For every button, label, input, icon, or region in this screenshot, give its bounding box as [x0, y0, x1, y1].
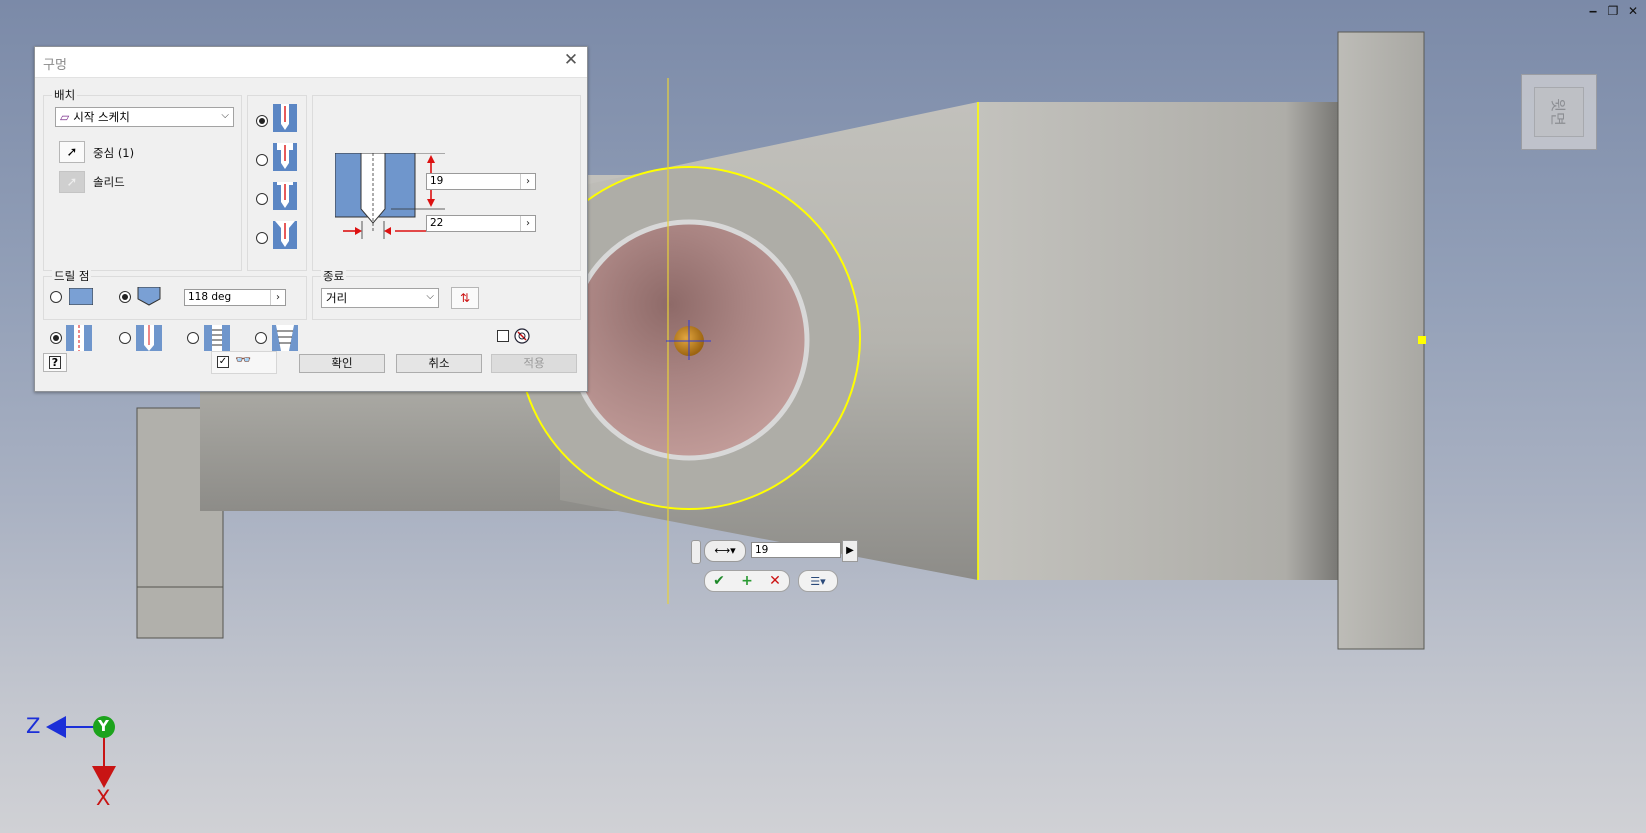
- help-button[interactable]: ?: [43, 353, 67, 372]
- mini-value-input[interactable]: 19: [751, 542, 841, 558]
- chevron-right-icon[interactable]: ›: [520, 174, 535, 189]
- distance-icon: ⟷▾: [714, 544, 736, 557]
- close-window-icon[interactable]: ✕: [1626, 4, 1640, 18]
- mini-toolbar-grip[interactable]: [691, 540, 701, 564]
- dialog-title: 구멍: [43, 58, 67, 73]
- restore-icon[interactable]: ❐: [1606, 4, 1620, 18]
- tapped-hole-icon: [204, 325, 230, 351]
- flange-plate: [1337, 31, 1425, 650]
- options-menu-button[interactable]: ☰▾: [798, 570, 838, 592]
- drill-point-flat-radio[interactable]: [50, 291, 62, 303]
- termination-select[interactable]: 거리 ⌵: [321, 288, 439, 308]
- simple-drill-type-icon: [66, 325, 92, 351]
- thread-type-taper-radio[interactable]: [255, 332, 267, 344]
- hole-type-countersink-radio[interactable]: [256, 232, 268, 244]
- drill-angle-value: 118 deg: [188, 291, 232, 303]
- glasses-icon: 👓: [235, 353, 252, 368]
- solid-select-button[interactable]: ➚: [59, 171, 85, 193]
- flip-direction-button[interactable]: ⇅: [451, 287, 479, 309]
- depth-value: 19: [430, 175, 444, 187]
- diameter-value: 22: [430, 217, 444, 229]
- axis-x-label: X: [96, 786, 111, 810]
- chevron-right-icon[interactable]: ›: [520, 216, 535, 231]
- diameter-input[interactable]: 22 ›: [426, 215, 536, 232]
- infer-icheck-checkbox[interactable]: [497, 330, 509, 342]
- dialog-titlebar[interactable]: 구멍 ✕: [35, 47, 587, 78]
- flat-drill-icon: [69, 288, 93, 305]
- chevron-right-icon[interactable]: ›: [270, 290, 285, 305]
- angle-drill-icon: [137, 287, 161, 306]
- cursor-arrow-icon: ➚: [66, 174, 78, 190]
- placement-type-value: 시작 스케치: [73, 110, 130, 124]
- counterbore-hole-icon: [273, 143, 297, 171]
- thread-type-simple-radio[interactable]: [50, 332, 62, 344]
- help-icon: ?: [48, 356, 62, 369]
- mini-toolbar: ⟷▾ 19 ▶ ✔ + ✕ ☰▾: [691, 540, 861, 596]
- simple-hole-icon: [273, 104, 297, 132]
- thread-type-tapped-radio[interactable]: [187, 332, 199, 344]
- preview-toggle-group: ✓ 👓: [211, 351, 277, 374]
- direction-compass-icon[interactable]: [514, 328, 530, 344]
- axis-z-label: Z: [26, 714, 41, 738]
- commit-pill: ✔ + ✕: [704, 570, 790, 592]
- clearance-hole-icon: [136, 325, 162, 351]
- cancel-x-icon[interactable]: ✕: [761, 573, 789, 589]
- countersink-hole-icon: [273, 221, 297, 249]
- drill-point-angle-radio[interactable]: [119, 291, 131, 303]
- sketch-plane-icon: ▱: [60, 110, 70, 124]
- dialog-close-icon[interactable]: ✕: [561, 50, 581, 70]
- main-cylinder: [978, 102, 1340, 580]
- minimize-icon[interactable]: ‒: [1586, 4, 1600, 18]
- thread-type-clearance-radio[interactable]: [119, 332, 131, 344]
- center-label: 중심 (1): [93, 146, 135, 160]
- flip-direction-icon: ⇅: [459, 291, 471, 305]
- depth-input[interactable]: 19 ›: [426, 173, 536, 190]
- hole-dialog: 구멍 ✕ 배치 ▱ 시작 스케치 ⌵ ➚ 중심 (1) ➚ 솔리드 19 › 2…: [34, 46, 588, 392]
- axis-y-label: Y: [98, 717, 109, 735]
- spotface-hole-icon: [273, 182, 297, 210]
- chevron-down-icon: ⌵: [426, 291, 434, 302]
- mini-toolbar-actions: ✔ + ✕ ☰▾: [704, 570, 838, 592]
- apply-plus-icon[interactable]: +: [733, 573, 761, 589]
- grip-point[interactable]: [1418, 336, 1426, 344]
- window-controls: ‒ ❐ ✕: [1586, 4, 1640, 18]
- play-icon: ▶: [846, 545, 854, 556]
- ok-button[interactable]: 확인: [299, 354, 385, 373]
- cancel-button[interactable]: 취소: [396, 354, 482, 373]
- solid-label: 솔리드: [93, 175, 125, 189]
- hole-type-simple-radio[interactable]: [256, 115, 268, 127]
- center-select-button[interactable]: ➚: [59, 141, 85, 163]
- mini-next-button[interactable]: ▶: [842, 540, 858, 562]
- chevron-down-icon: ⌵: [221, 110, 229, 121]
- apply-button[interactable]: 적용: [491, 354, 577, 373]
- drill-point-label: 드릴 점: [52, 268, 92, 284]
- hole-type-spotface-radio[interactable]: [256, 193, 268, 205]
- drill-angle-input[interactable]: 118 deg ›: [184, 289, 286, 306]
- termination-value: 거리: [326, 291, 348, 305]
- taper-tapped-icon: [272, 325, 298, 351]
- options-list-icon: ☰▾: [810, 574, 826, 588]
- dimension-type-select[interactable]: ⟷▾: [704, 540, 746, 562]
- ok-check-icon[interactable]: ✔: [705, 573, 733, 589]
- hole-type-counterbore-radio[interactable]: [256, 154, 268, 166]
- view-cube[interactable]: 윗면: [1521, 74, 1597, 150]
- cursor-arrow-icon: ➚: [66, 144, 78, 160]
- preview-checkbox[interactable]: ✓: [217, 356, 229, 368]
- termination-label: 종료: [321, 268, 347, 284]
- view-cube-face[interactable]: 윗면: [1534, 87, 1584, 137]
- placement-type-select[interactable]: ▱ 시작 스케치 ⌵: [55, 107, 234, 127]
- placement-label: 배치: [52, 87, 78, 103]
